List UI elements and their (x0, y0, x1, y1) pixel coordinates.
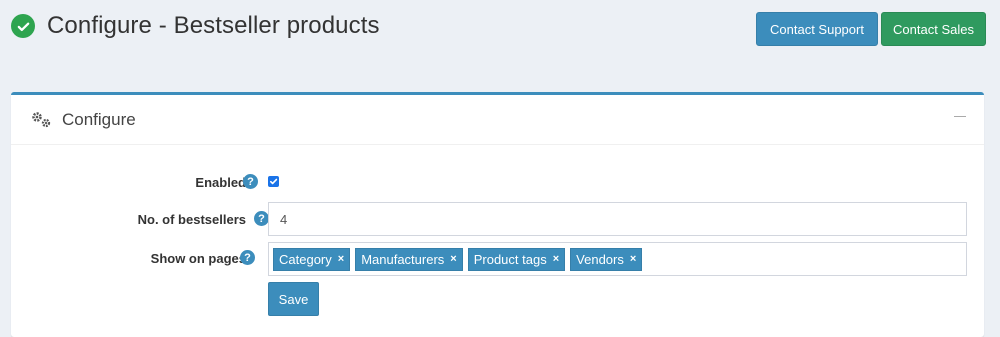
tag-label: Vendors (576, 251, 624, 267)
enabled-label: Enabled (195, 175, 246, 190)
panel-header: Configure (11, 95, 984, 145)
tag-label: Manufacturers (361, 251, 445, 267)
question-icon[interactable]: ? (243, 174, 258, 189)
show-on-pages-multiselect[interactable]: Category × Manufacturers × Product tags … (268, 242, 967, 276)
tag-manufacturers[interactable]: Manufacturers × (355, 247, 463, 271)
tag-label: Product tags (473, 251, 547, 267)
tag-product-tags[interactable]: Product tags × (467, 247, 566, 271)
close-icon[interactable]: × (338, 253, 344, 265)
close-icon[interactable]: × (553, 253, 559, 265)
gears-icon (30, 111, 54, 129)
minus-icon[interactable] (954, 116, 966, 117)
question-icon[interactable]: ? (254, 211, 269, 226)
configure-panel: Configure Enabled ? No. of bestsellers ?… (11, 92, 984, 337)
question-icon[interactable]: ? (240, 250, 255, 265)
close-icon[interactable]: × (450, 253, 456, 265)
enabled-checkbox[interactable] (268, 176, 279, 187)
bestsellers-input[interactable]: 4 (268, 202, 967, 236)
contact-support-button[interactable]: Contact Support (756, 12, 878, 46)
show-on-pages-label: Show on pages (150, 251, 246, 266)
tag-vendors[interactable]: Vendors × (570, 247, 643, 271)
close-icon[interactable]: × (630, 253, 636, 265)
save-button[interactable]: Save (268, 282, 319, 316)
tag-category[interactable]: Category × (273, 247, 351, 271)
page-header: Configure - Bestseller products Contact … (0, 0, 1000, 60)
check-circle-icon (11, 14, 35, 38)
bestsellers-label: No. of bestsellers (137, 212, 246, 227)
contact-sales-button[interactable]: Contact Sales (881, 12, 986, 46)
tag-label: Category (279, 251, 332, 267)
page-title: Configure - Bestseller products (47, 12, 380, 39)
panel-title: Configure (62, 110, 136, 129)
